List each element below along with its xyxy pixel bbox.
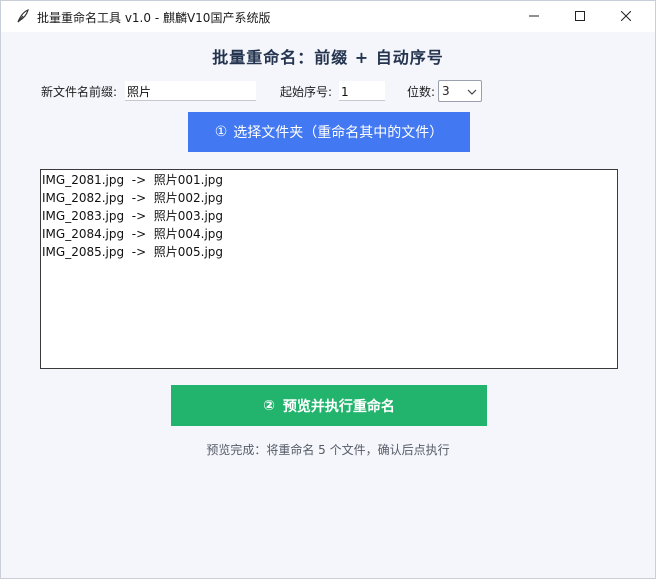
start-number-input[interactable]	[339, 81, 385, 101]
chevron-down-icon	[467, 86, 477, 96]
list-item[interactable]: IMG_2083.jpg -> 照片003.jpg	[42, 207, 617, 225]
digits-value: 3	[442, 84, 450, 98]
list-item[interactable]: IMG_2085.jpg -> 照片005.jpg	[42, 243, 617, 261]
page-title: 批量重命名：前缀 + 自动序号	[212, 48, 444, 67]
window-title: 批量重命名工具 v1.0 - 麒麟V10国产系统版	[37, 11, 271, 25]
prefix-input[interactable]	[125, 81, 256, 101]
feather-icon	[15, 8, 31, 24]
minimize-icon	[529, 10, 539, 24]
execute-rename-label: 预览并执行重命名	[282, 398, 395, 415]
step-two-icon: ②	[263, 397, 275, 414]
close-icon	[620, 10, 632, 24]
select-folder-label: 选择文件夹（重命名其中的文件）	[233, 125, 444, 141]
digits-select[interactable]: 3	[438, 80, 482, 102]
preview-listbox[interactable]: IMG_2081.jpg -> 照片001.jpg IMG_2082.jpg -…	[40, 169, 618, 369]
title-bar[interactable]: 批量重命名工具 v1.0 - 麒麟V10国产系统版	[1, 1, 655, 32]
start-number-label: 起始序号:	[280, 85, 333, 99]
app-window: 批量重命名工具 v1.0 - 麒麟V10国产系统版 批量重命名：前缀 + 自动序…	[0, 0, 656, 579]
digits-label: 位数:	[407, 85, 436, 99]
maximize-icon	[575, 10, 585, 24]
close-button[interactable]	[603, 1, 649, 32]
prefix-label: 新文件名前缀:	[41, 85, 118, 99]
maximize-button[interactable]	[557, 1, 603, 32]
select-folder-button[interactable]: ① 选择文件夹（重命名其中的文件）	[188, 112, 470, 152]
minimize-button[interactable]	[511, 1, 557, 32]
list-item[interactable]: IMG_2082.jpg -> 照片002.jpg	[42, 189, 617, 207]
execute-rename-button[interactable]: ② 预览并执行重命名	[171, 385, 487, 426]
list-item[interactable]: IMG_2081.jpg -> 照片001.jpg	[42, 171, 617, 189]
list-item[interactable]: IMG_2084.jpg -> 照片004.jpg	[42, 225, 617, 243]
status-text: 预览完成：将重命名 5 个文件，确认后点执行	[206, 443, 450, 457]
main-content: 批量重命名：前缀 + 自动序号 新文件名前缀: 起始序号: 位数: 3 ① 选择…	[9, 32, 647, 572]
step-one-icon: ①	[214, 124, 228, 140]
